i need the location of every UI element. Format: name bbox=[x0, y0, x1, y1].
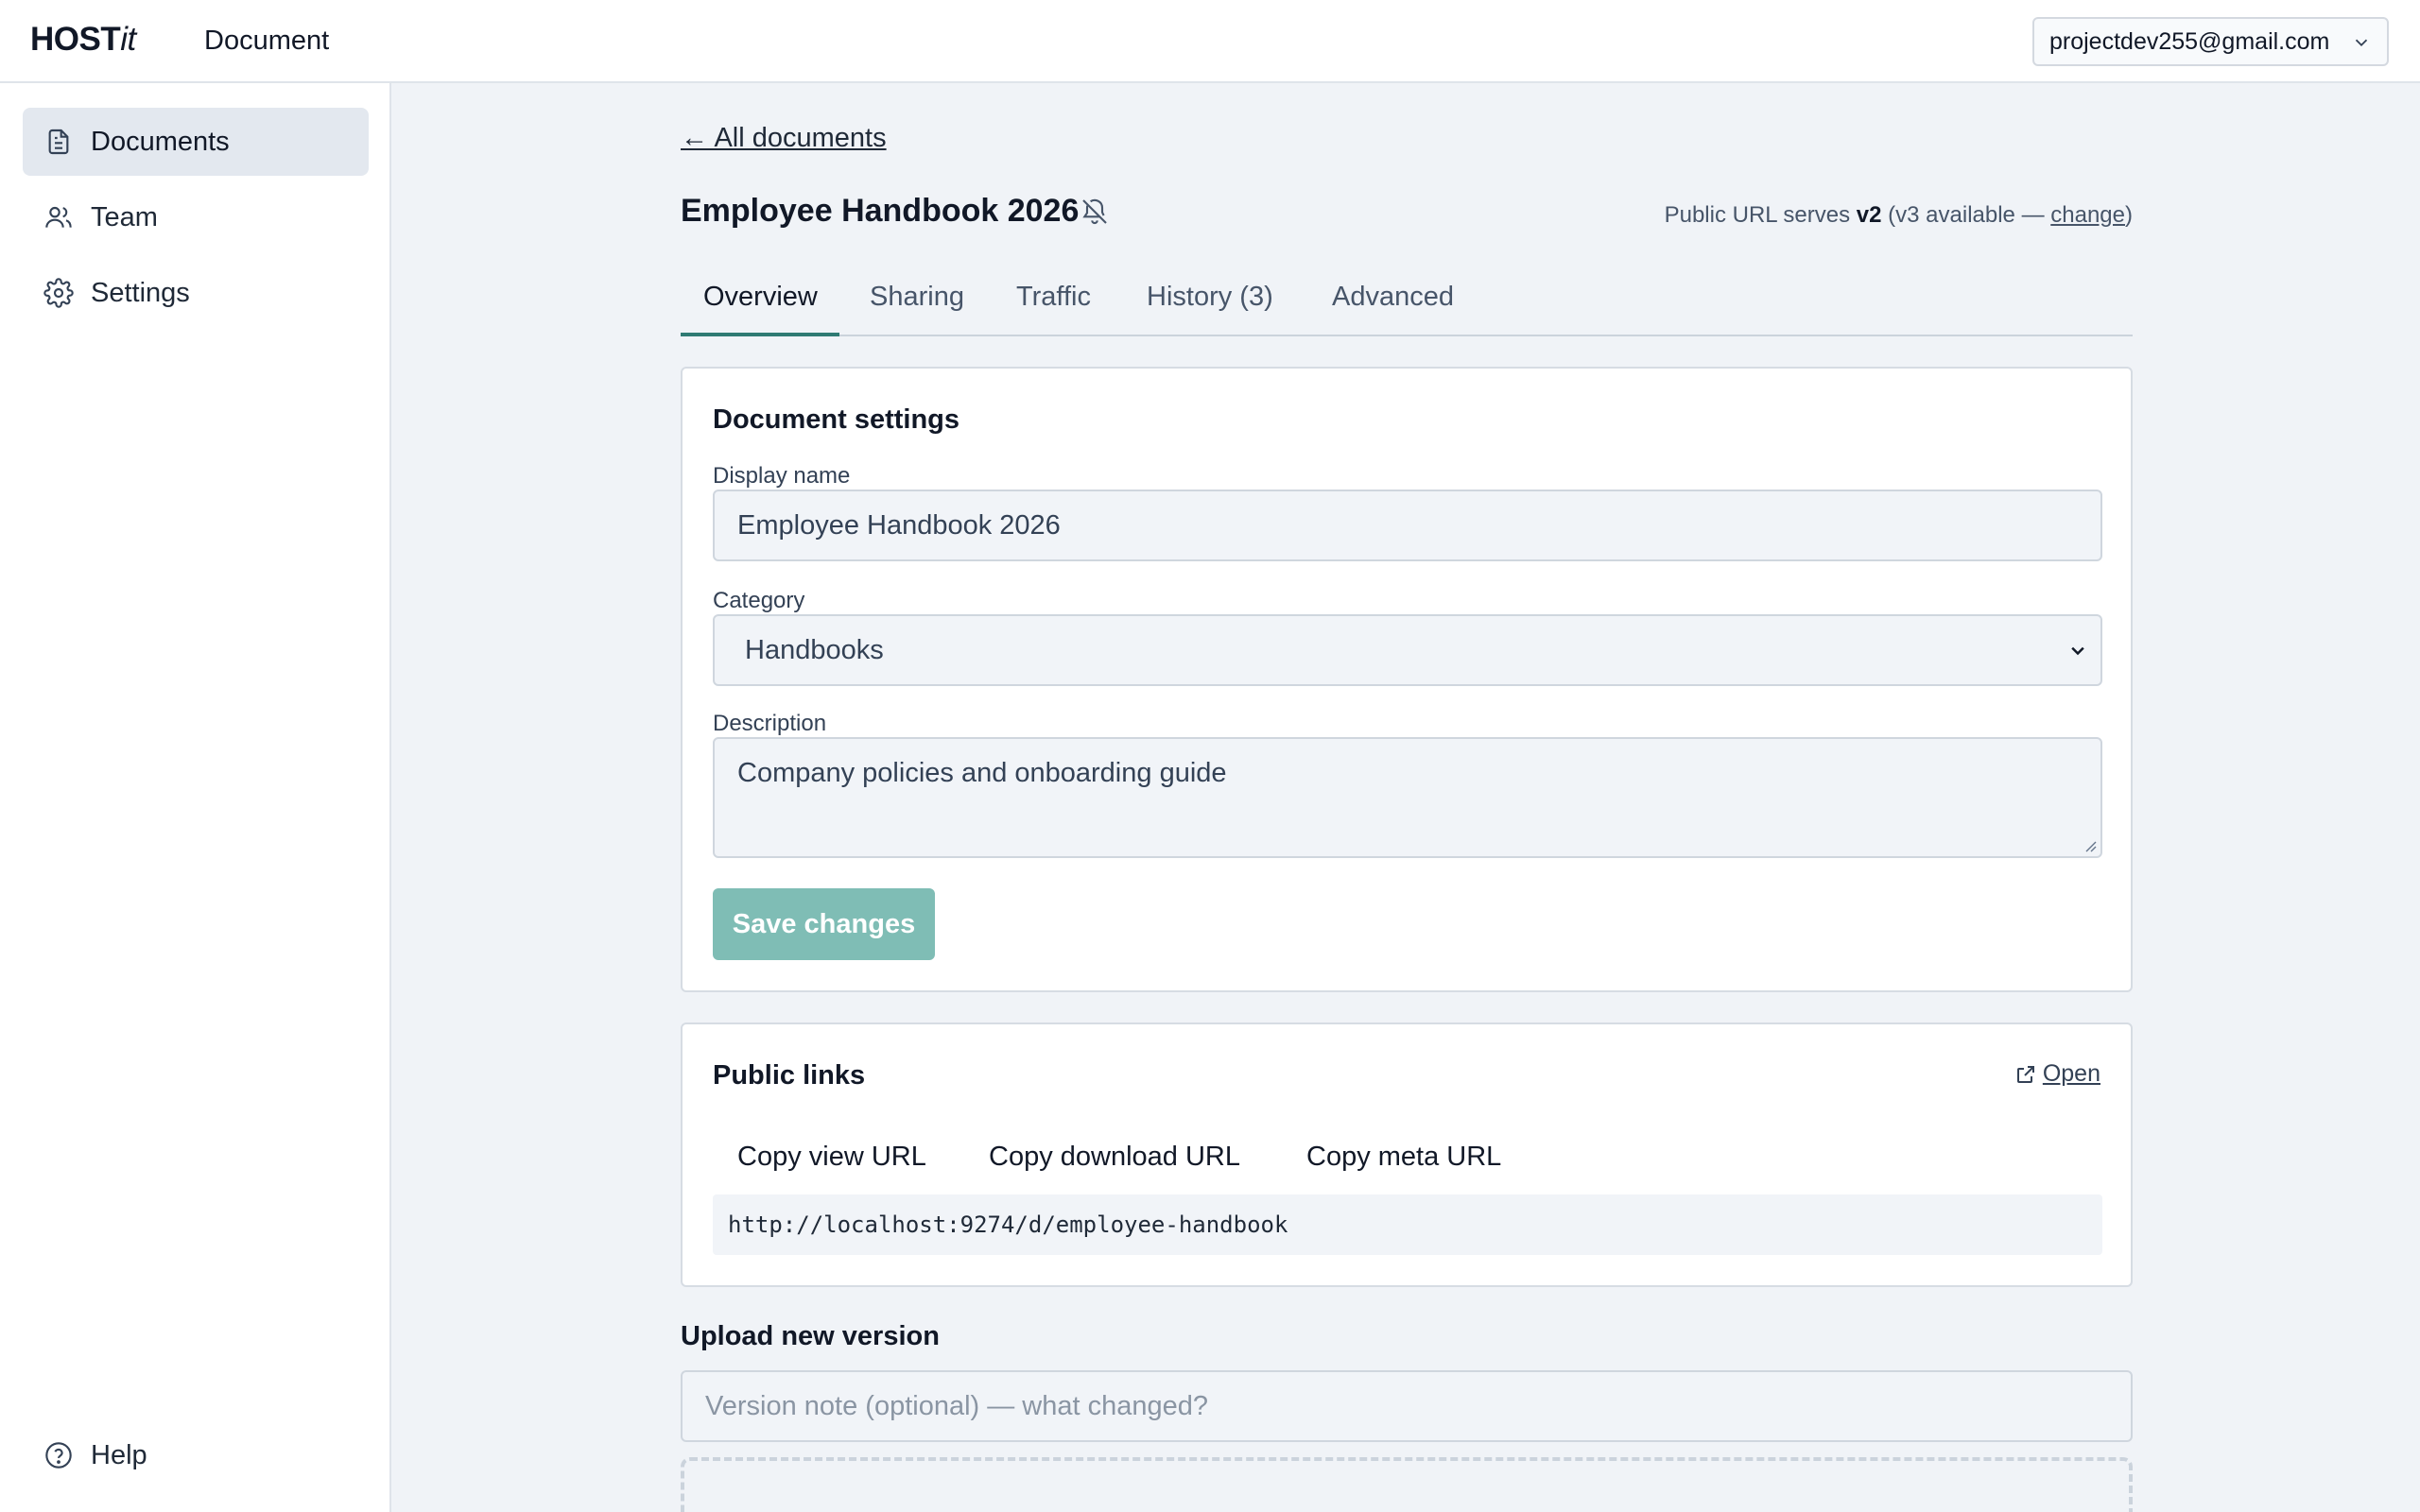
page-section-title: Document bbox=[204, 26, 330, 56]
account-email: projectdev255@gmail.com bbox=[2049, 27, 2330, 55]
page-title: Employee Handbook 2026 bbox=[681, 193, 1080, 229]
upload-section-title: Upload new version bbox=[681, 1321, 940, 1351]
gear-icon bbox=[43, 278, 74, 308]
file-dropzone[interactable] bbox=[681, 1457, 2133, 1512]
change-version-link[interactable]: change bbox=[2050, 202, 2125, 228]
display-name-label: Display name bbox=[713, 463, 851, 489]
sidebar-item-label: Team bbox=[91, 201, 158, 232]
public-url-status: Public URL serves v2 (v3 available — cha… bbox=[1665, 202, 2133, 229]
sidebar-item-label: Settings bbox=[91, 277, 190, 308]
description-textarea[interactable]: Company policies and onboarding guide bbox=[713, 737, 2102, 858]
copy-meta-url-button[interactable]: Copy meta URL bbox=[1306, 1128, 1501, 1185]
tab-sharing[interactable]: Sharing bbox=[870, 282, 964, 336]
document-settings-card: Document settings Display name Employee … bbox=[681, 367, 2133, 992]
tab-traffic[interactable]: Traffic bbox=[1016, 282, 1091, 336]
sidebar-item-help[interactable]: Help bbox=[23, 1421, 369, 1489]
open-link-label: Open bbox=[2042, 1060, 2100, 1087]
sidebar-item-label: Documents bbox=[91, 126, 230, 157]
public-url-display[interactable]: http://localhost:9274/d/employee-handboo… bbox=[713, 1194, 2102, 1255]
display-name-input[interactable]: Employee Handbook 2026 bbox=[713, 490, 2102, 561]
category-value: Handbooks bbox=[745, 634, 884, 665]
category-select[interactable]: Handbooks bbox=[713, 614, 2102, 686]
account-dropdown[interactable]: projectdev255@gmail.com bbox=[2032, 17, 2389, 66]
bell-off-icon[interactable] bbox=[1080, 197, 1110, 227]
logo-text-italic: it bbox=[120, 21, 136, 58]
available-version: (v3 available — bbox=[1888, 202, 2045, 228]
app-logo[interactable]: HOSTit bbox=[30, 21, 136, 59]
help-circle-icon bbox=[45, 1442, 72, 1469]
tab-overview[interactable]: Overview bbox=[681, 282, 839, 336]
logo-text: HOST bbox=[30, 21, 121, 58]
version-note-placeholder: Version note (optional) — what changed? bbox=[705, 1390, 1209, 1421]
chevron-down-icon bbox=[2071, 646, 2084, 656]
users-icon bbox=[45, 206, 72, 228]
current-version: v2 bbox=[1856, 202, 1882, 228]
copy-download-url-button[interactable]: Copy download URL bbox=[989, 1128, 1240, 1185]
save-changes-button[interactable]: Save changes bbox=[713, 888, 935, 960]
back-to-documents-link[interactable]: ← All documents bbox=[681, 123, 887, 154]
category-label: Category bbox=[713, 588, 805, 613]
public-url-suffix: ) bbox=[2125, 202, 2133, 228]
display-name-value: Employee Handbook 2026 bbox=[737, 509, 1061, 541]
sidebar-item-label: Help bbox=[91, 1439, 147, 1470]
tab-advanced[interactable]: Advanced bbox=[1332, 282, 1454, 336]
external-link-icon bbox=[2016, 1065, 2034, 1083]
top-bar: HOSTit Document projectdev255@gmail.com bbox=[0, 0, 2420, 83]
sidebar-item-settings[interactable]: Settings bbox=[23, 259, 369, 327]
tab-history[interactable]: History (3) bbox=[1147, 282, 1273, 336]
tab-bar: Overview Sharing Traffic History (3) Adv… bbox=[681, 270, 2133, 336]
card-title: Document settings bbox=[713, 404, 960, 435]
description-label: Description bbox=[713, 711, 827, 736]
sidebar-item-documents[interactable]: Documents bbox=[23, 108, 369, 176]
resize-handle-icon[interactable] bbox=[2082, 837, 2097, 852]
sidebar-item-team[interactable]: Team bbox=[23, 183, 369, 251]
card-title: Public links bbox=[713, 1060, 866, 1091]
chevron-down-icon bbox=[2355, 39, 2368, 47]
open-link[interactable]: Open bbox=[2014, 1060, 2100, 1088]
public-url-prefix: Public URL serves bbox=[1664, 202, 1851, 228]
description-value: Company policies and onboarding guide bbox=[737, 758, 1227, 788]
sidebar: Documents Team Settings Help bbox=[0, 83, 391, 1512]
document-icon bbox=[48, 129, 69, 155]
copy-view-url-button[interactable]: Copy view URL bbox=[737, 1128, 926, 1185]
public-links-card: Public links Open Copy view URL Copy dow… bbox=[681, 1022, 2133, 1287]
version-note-input[interactable]: Version note (optional) — what changed? bbox=[681, 1370, 2133, 1442]
